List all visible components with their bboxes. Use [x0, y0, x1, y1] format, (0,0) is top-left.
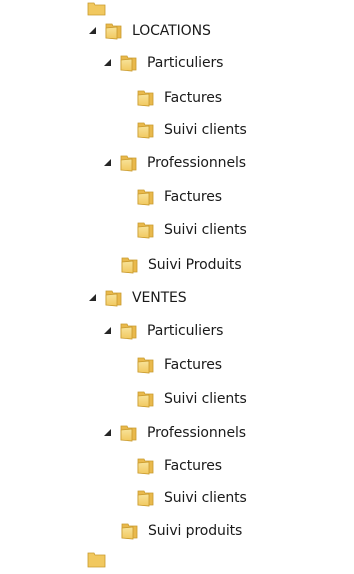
tree-item-label: Particuliers	[147, 55, 224, 71]
folder-icon	[137, 458, 154, 475]
tree-item-particuliers-ventes[interactable]: Particuliers	[103, 317, 223, 345]
tree-item-factures[interactable]: Factures	[136, 452, 222, 480]
folder-icon	[137, 189, 154, 206]
tree-item-locations[interactable]: LOCATIONS	[88, 17, 211, 45]
folder-tree: LOCATIONS Particuliers Factures Suivi cl…	[0, 0, 354, 568]
tree-item-label: Particuliers	[147, 323, 224, 339]
tree-item-label: Factures	[164, 90, 222, 106]
tree-item-label: Professionnels	[147, 155, 246, 171]
tree-item-suivi-clients[interactable]: Suivi clients	[136, 385, 247, 413]
expanded-arrow-icon[interactable]	[103, 326, 113, 336]
expanded-arrow-icon[interactable]	[103, 158, 113, 168]
partial-folder-below	[87, 546, 115, 574]
tree-item-factures[interactable]: Factures	[136, 183, 222, 211]
tree-item-ventes[interactable]: VENTES	[88, 284, 187, 312]
tree-item-suivi-clients[interactable]: Suivi clients	[136, 216, 247, 244]
tree-item-label: VENTES	[132, 290, 187, 306]
folder-icon	[121, 523, 138, 540]
tree-item-label: Factures	[164, 458, 222, 474]
folder-icon	[120, 55, 137, 72]
folder-icon	[120, 155, 137, 172]
folder-icon	[120, 323, 137, 340]
expanded-arrow-icon[interactable]	[88, 293, 98, 303]
tree-item-label: Suivi clients	[164, 122, 247, 138]
tree-item-label: Suivi clients	[164, 391, 247, 407]
tree-item-suivi-produits[interactable]: Suivi Produits	[120, 251, 242, 279]
tree-item-factures[interactable]: Factures	[136, 84, 222, 112]
tree-item-label: Suivi produits	[148, 523, 243, 539]
tree-item-label: Factures	[164, 189, 222, 205]
tree-item-suivi-clients[interactable]: Suivi clients	[136, 484, 247, 512]
tree-item-label: LOCATIONS	[132, 23, 211, 39]
tree-item-label: Professionnels	[147, 425, 246, 441]
folder-icon	[137, 122, 154, 139]
folder-icon	[105, 290, 122, 307]
folder-icon	[87, 2, 106, 16]
tree-item-label: Factures	[164, 357, 222, 373]
expanded-arrow-icon[interactable]	[103, 428, 113, 438]
expanded-arrow-icon[interactable]	[103, 58, 113, 68]
tree-item-label: Suivi Produits	[148, 257, 242, 273]
tree-item-label: Suivi clients	[164, 222, 247, 238]
folder-icon	[105, 23, 122, 40]
folder-icon	[120, 425, 137, 442]
tree-item-label: Suivi clients	[164, 490, 247, 506]
folder-icon	[87, 552, 106, 568]
tree-item-suivi-produits[interactable]: Suivi produits	[120, 517, 242, 545]
folder-icon	[137, 391, 154, 408]
tree-item-factures[interactable]: Factures	[136, 351, 222, 379]
folder-icon	[137, 90, 154, 107]
expanded-arrow-icon[interactable]	[88, 26, 98, 36]
folder-icon	[121, 257, 138, 274]
tree-item-professionnels-ventes[interactable]: Professionnels	[103, 419, 246, 447]
folder-icon	[137, 490, 154, 507]
folder-icon	[137, 357, 154, 374]
folder-icon	[137, 222, 154, 239]
tree-item-professionnels-locations[interactable]: Professionnels	[103, 149, 246, 177]
tree-item-particuliers-locations[interactable]: Particuliers	[103, 49, 223, 77]
tree-item-suivi-clients[interactable]: Suivi clients	[136, 116, 247, 144]
